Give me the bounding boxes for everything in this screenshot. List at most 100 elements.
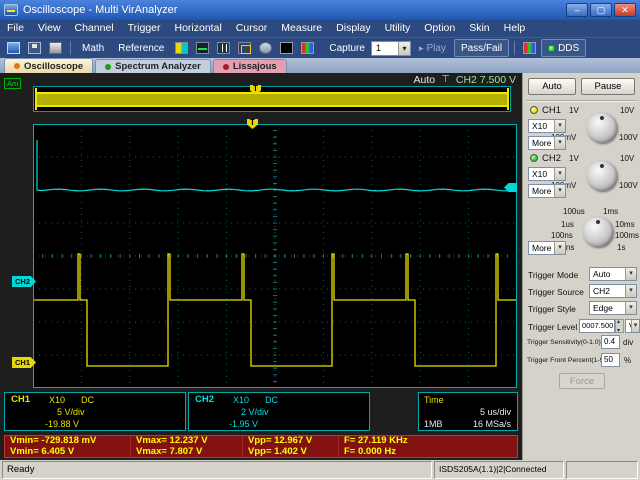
maximize-button[interactable]: ▢ <box>590 3 612 17</box>
force-trigger-button[interactable]: Force <box>559 373 605 389</box>
save-button[interactable] <box>25 39 44 57</box>
status-device-connection: ISDS205A(1.1)|2|Connected <box>434 461 564 479</box>
tab-oscilloscope[interactable]: Oscilloscope <box>4 58 94 73</box>
time-info-panel: Time 5 us/div 1MB 16 MSa/s <box>418 392 518 431</box>
menu-channel[interactable]: Channel <box>68 20 121 37</box>
measure-button[interactable] <box>235 39 254 57</box>
toolbar-separator <box>70 41 71 55</box>
ch2-knob-label-10v: 10V <box>620 154 635 163</box>
trigger-mode-indicator: Auto <box>413 73 436 86</box>
waveform-overview-strip[interactable] <box>33 86 511 112</box>
channel-setup-icon <box>175 42 189 54</box>
dds-palette-button[interactable] <box>520 39 539 57</box>
ch1-probe-select[interactable]: X10 <box>528 119 566 133</box>
menu-option[interactable]: Option <box>417 20 462 37</box>
cursor-button[interactable] <box>214 39 233 57</box>
overview-window-marker-right[interactable] <box>507 88 509 110</box>
ch2-freq-readout: F= 0.000 Hz <box>344 445 397 457</box>
dds-label: DDS <box>558 42 580 54</box>
reference-button[interactable]: Reference <box>112 39 170 57</box>
colors-button[interactable] <box>298 39 317 57</box>
ch1-info-name: CH1 <box>11 394 31 405</box>
tab-spectrum-label: Spectrum Analyzer <box>115 61 201 72</box>
time-div-knob[interactable] <box>583 217 613 247</box>
trigger-sensitivity-input[interactable]: 0.4 <box>601 335 620 349</box>
menu-view[interactable]: View <box>31 20 68 37</box>
graticule[interactable] <box>33 124 517 389</box>
menu-measure[interactable]: Measure <box>274 20 329 37</box>
trigger-level-spinner[interactable] <box>615 318 624 334</box>
trigger-source-select[interactable]: CH2 <box>589 284 637 298</box>
snapshot-icon <box>49 42 62 54</box>
ch1-freq-readout: F= 27.119 KHz <box>344 435 408 447</box>
tab-spectrum-analyzer[interactable]: Spectrum Analyzer <box>95 59 211 73</box>
snapshot-button[interactable] <box>46 39 65 57</box>
menu-display[interactable]: Display <box>329 20 377 37</box>
ch1-more-select[interactable]: More <box>528 136 566 150</box>
trigger-level-unit-select[interactable]: V <box>625 319 640 333</box>
capture-count-select[interactable]: 1 <box>370 40 411 56</box>
pause-button[interactable]: Pause <box>581 78 635 95</box>
pass-fail-button[interactable]: Pass/Fail <box>453 39 510 57</box>
ch1-knob-label-10v: 10V <box>620 106 635 115</box>
ch2-probe-select[interactable]: X10 <box>528 167 566 181</box>
ch2-more-select[interactable]: More <box>528 184 566 198</box>
time-info-scale: 5 us/div <box>479 407 511 417</box>
ch2-enable-led[interactable] <box>530 154 538 162</box>
dds-palette-icon <box>523 42 537 54</box>
time-knob-label-100us: 100us <box>563 207 585 216</box>
status-ready: Ready <box>2 461 432 479</box>
ch1-enable-led[interactable] <box>530 106 538 114</box>
zoom-icon <box>259 42 273 54</box>
overview-window-marker-left[interactable] <box>35 88 37 110</box>
waveform-plot[interactable] <box>33 124 517 389</box>
auto-run-button[interactable]: Auto <box>528 78 576 95</box>
ch2-vmin-readout: Vmin= 6.405 V <box>5 446 131 457</box>
tab-lissajous[interactable]: Lissajous <box>212 59 287 73</box>
play-button[interactable]: ▸ Play <box>413 39 452 57</box>
trigger-level-input[interactable]: 0007.500 <box>579 319 615 333</box>
menu-horizontal[interactable]: Horizontal <box>168 20 229 37</box>
trigger-mode-select[interactable]: Auto <box>589 267 637 281</box>
window-title: Oscilloscope - Multi VirAnalyzer <box>23 4 178 16</box>
scope-status-line: Auto ⊤ CH2 7.500 V <box>414 73 516 86</box>
waveform-button[interactable] <box>193 39 212 57</box>
main-area: Am Auto ⊤ CH2 7.500 V T T CH2 CH1 CH1 X10 <box>0 73 640 460</box>
capture-count-value: 1 <box>375 42 381 53</box>
zoom-button[interactable] <box>256 39 275 57</box>
trigger-source-value: CH2 <box>593 286 611 296</box>
dds-button[interactable]: DDS <box>541 39 587 57</box>
time-info-label: Time <box>424 395 444 405</box>
time-knob-label-1us: 1us <box>561 220 574 229</box>
math-button[interactable]: Math <box>76 39 110 57</box>
open-file-button[interactable] <box>4 39 23 57</box>
ch2-info-offset: -1.95 V <box>229 419 259 429</box>
ch2-volts-div-knob[interactable] <box>587 161 617 191</box>
lissajous-tab-icon <box>222 63 229 70</box>
minimize-button[interactable]: – <box>566 3 588 17</box>
ch2-info-coupling: DC <box>265 395 278 405</box>
trigger-level-label: Trigger Level <box>528 322 578 332</box>
ch1-volts-div-knob[interactable] <box>587 113 617 143</box>
close-button[interactable]: ✕ <box>614 3 636 17</box>
ch1-info-scale: 5 V/div <box>57 407 85 417</box>
menu-cursor[interactable]: Cursor <box>229 20 275 37</box>
overview-ch2-trace <box>36 97 508 98</box>
trigger-sensitivity-label: Trigger Sensitivity(0-1.0) <box>527 339 601 346</box>
menu-file[interactable]: File <box>0 20 31 37</box>
trigger-style-select[interactable]: Edge <box>589 301 637 315</box>
trigger-front-percent-input[interactable]: 50 <box>601 353 620 367</box>
menu-skin[interactable]: Skin <box>462 20 496 37</box>
channel-setup-button[interactable] <box>172 39 191 57</box>
time-knob-label-10ms: 10ms <box>615 220 635 229</box>
time-info-rate: 16 MSa/s <box>472 419 511 429</box>
time-more-select[interactable]: More <box>528 241 566 255</box>
control-panel: Auto Pause CH1 1V 10V X10 100mV 100V Mor… <box>522 73 640 460</box>
measurement-bar: Vmin= -729.818 mV Vmax= 12.237 V Vpp= 12… <box>4 435 518 458</box>
menu-utility[interactable]: Utility <box>378 20 418 37</box>
display-button[interactable] <box>277 39 296 57</box>
menu-help[interactable]: Help <box>497 20 533 37</box>
time-knob-label-100ns: 100ns <box>551 231 573 240</box>
ch2-knob-label-1v: 1V <box>569 154 579 163</box>
menu-trigger[interactable]: Trigger <box>121 20 168 37</box>
